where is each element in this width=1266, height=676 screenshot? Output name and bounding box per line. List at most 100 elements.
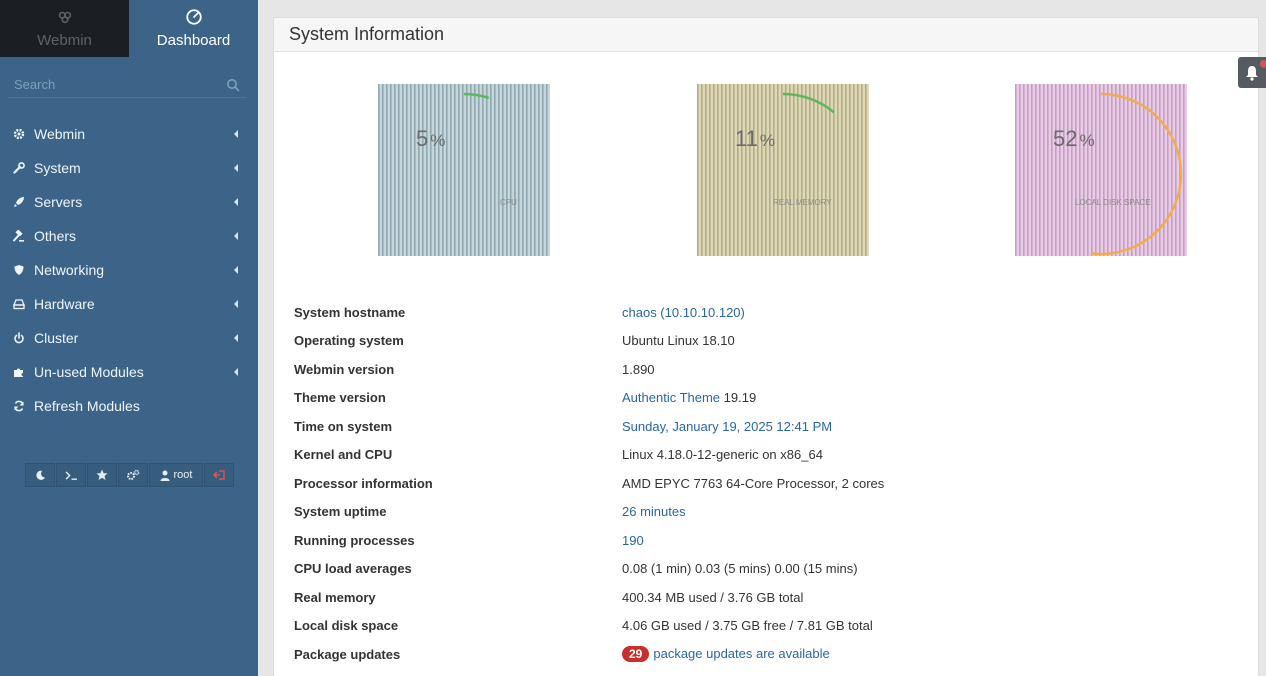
disk-gauge-label: LOCAL DISK SPACE bbox=[1075, 198, 1151, 207]
gears-icon bbox=[127, 469, 140, 480]
sidebar-item-hardware[interactable]: Hardware bbox=[0, 287, 258, 321]
theme-version: 19.19 bbox=[723, 390, 757, 406]
sidebar-item-label: Servers bbox=[34, 194, 83, 210]
table-row: Processor information AMD EPYC 7763 64-C… bbox=[294, 469, 1194, 498]
row-value: Ubuntu Linux 18.10 bbox=[622, 333, 735, 349]
sidebar-item-label: Others bbox=[34, 228, 77, 244]
table-row: Running processes 190 bbox=[294, 526, 1194, 555]
sidebar: Webmin Dashboard Webmin System bbox=[0, 0, 258, 676]
caret-left-icon bbox=[234, 300, 238, 308]
updates-count-badge: 29 bbox=[622, 646, 650, 663]
webmin-logo-icon bbox=[58, 11, 71, 24]
row-value: Linux 4.18.0-12-generic on x86_64 bbox=[622, 447, 823, 463]
user-label: root bbox=[173, 469, 193, 481]
hostname-link[interactable]: chaos (10.10.10.120) bbox=[622, 305, 745, 320]
package-updates-link[interactable]: package updates are available bbox=[653, 646, 829, 661]
caret-left-icon bbox=[234, 164, 238, 172]
row-value: AMD EPYC 7763 64-Core Processor, 2 cores bbox=[622, 475, 885, 491]
caret-left-icon bbox=[234, 334, 238, 342]
row-label: Local disk space bbox=[294, 618, 399, 634]
sidebar-item-refresh-modules[interactable]: Refresh Modules bbox=[0, 389, 258, 423]
sidebar-item-label: Refresh Modules bbox=[34, 398, 140, 414]
row-label: Real memory bbox=[294, 589, 376, 605]
disk-gauge-chart: 52% LOCAL DISK SPACE bbox=[1015, 84, 1187, 256]
dashboard-tab-label: Dashboard bbox=[156, 32, 231, 49]
row-label: System hostname bbox=[294, 304, 406, 320]
refresh-icon bbox=[12, 399, 26, 413]
table-row: Time on system Sunday, January 19, 2025 … bbox=[294, 412, 1194, 441]
sidebar-item-servers[interactable]: Servers bbox=[0, 185, 258, 219]
dashboard-tab[interactable]: Dashboard bbox=[129, 0, 258, 57]
theme-link[interactable]: Authentic Theme bbox=[622, 390, 720, 405]
table-row: Webmin version 1.890 bbox=[294, 355, 1194, 384]
search-input[interactable] bbox=[8, 72, 218, 96]
system-time-link[interactable]: Sunday, January 19, 2025 12:41 PM bbox=[622, 419, 832, 434]
sidebar-switch: Webmin Dashboard bbox=[0, 0, 258, 57]
caret-left-icon bbox=[234, 266, 238, 274]
table-row: Real memory 400.34 MB used / 3.76 GB tot… bbox=[294, 583, 1194, 612]
logout-button[interactable] bbox=[204, 463, 234, 487]
table-row: Theme version Authentic Theme 19.19 bbox=[294, 384, 1194, 413]
notification-dot bbox=[1260, 60, 1266, 68]
power-icon bbox=[12, 331, 26, 345]
row-label: Running processes bbox=[294, 532, 415, 548]
table-row: System uptime 26 minutes bbox=[294, 498, 1194, 527]
user-button[interactable]: root bbox=[149, 463, 203, 487]
cpu-gauge: 5% CPU bbox=[378, 84, 550, 256]
sidebar-item-label: Webmin bbox=[34, 126, 86, 142]
system-info-table: System hostname chaos (10.10.10.120) Ope… bbox=[294, 298, 1194, 669]
sidebar-item-label: Networking bbox=[34, 262, 105, 278]
sidebar-search bbox=[8, 72, 246, 98]
table-row: Package updates 29 package updates are av… bbox=[294, 640, 1194, 669]
wrench-icon bbox=[12, 161, 26, 175]
hdd-icon bbox=[12, 297, 26, 311]
row-label: Theme version bbox=[294, 390, 386, 406]
caret-left-icon bbox=[234, 198, 238, 206]
memory-gauge-chart: 11% REAL MEMORY bbox=[697, 84, 869, 256]
webmin-tab-label: Webmin bbox=[37, 32, 92, 49]
sidebar-toolbar: root bbox=[25, 463, 234, 487]
sidebar-item-others[interactable]: Others bbox=[0, 219, 258, 253]
sidebar-item-label: Cluster bbox=[34, 330, 79, 346]
memory-gauge: 11% REAL MEMORY bbox=[697, 84, 869, 256]
gear-icon bbox=[12, 127, 26, 141]
dashboard-icon bbox=[185, 9, 202, 25]
puzzle-icon bbox=[12, 365, 26, 379]
table-row: Local disk space 4.06 GB used / 3.75 GB … bbox=[294, 612, 1194, 641]
row-label: Operating system bbox=[294, 333, 404, 349]
processes-link[interactable]: 190 bbox=[622, 533, 644, 548]
caret-left-icon bbox=[234, 130, 238, 138]
row-value: 4.06 GB used / 3.75 GB free / 7.81 GB to… bbox=[622, 618, 873, 634]
row-value: 400.34 MB used / 3.76 GB total bbox=[622, 589, 804, 605]
row-label: CPU load averages bbox=[294, 561, 412, 577]
sidebar-item-unused-modules[interactable]: Un-used Modules bbox=[0, 355, 258, 389]
row-value: 1.890 bbox=[622, 361, 655, 377]
sidebar-item-system[interactable]: System bbox=[0, 151, 258, 185]
star-icon bbox=[96, 469, 108, 480]
disk-gauge: 52% LOCAL DISK SPACE bbox=[1015, 84, 1187, 256]
user-icon bbox=[160, 470, 170, 481]
panel-header: System Information bbox=[274, 18, 1258, 52]
webmin-tab[interactable]: Webmin bbox=[0, 0, 129, 57]
cpu-gauge-label: CPU bbox=[500, 198, 517, 207]
row-label: System uptime bbox=[294, 504, 387, 520]
table-row: CPU load averages 0.08 (1 min) 0.03 (5 m… bbox=[294, 555, 1194, 584]
system-information-panel: System Information 5% CPU 11% REAL MEMOR… bbox=[273, 17, 1259, 676]
search-icon[interactable] bbox=[226, 78, 240, 92]
sidebar-item-networking[interactable]: Networking bbox=[0, 253, 258, 287]
theme-config-button[interactable] bbox=[118, 463, 148, 487]
table-row: Kernel and CPU Linux 4.18.0-12-generic o… bbox=[294, 441, 1194, 470]
sidebar-item-label: Un-used Modules bbox=[34, 364, 144, 380]
terminal-button[interactable] bbox=[56, 463, 86, 487]
row-label: Webmin version bbox=[294, 361, 395, 377]
sidebar-item-label: System bbox=[34, 160, 81, 176]
shield-icon bbox=[12, 263, 26, 277]
sidebar-item-webmin[interactable]: Webmin bbox=[0, 117, 258, 151]
cpu-gauge-chart: 5% CPU bbox=[378, 84, 550, 256]
night-mode-button[interactable] bbox=[25, 463, 55, 487]
uptime-link[interactable]: 26 minutes bbox=[622, 504, 686, 519]
notifications-button[interactable] bbox=[1238, 57, 1266, 88]
memory-gauge-label: REAL MEMORY bbox=[773, 198, 832, 207]
sidebar-item-cluster[interactable]: Cluster bbox=[0, 321, 258, 355]
favorites-button[interactable] bbox=[87, 463, 117, 487]
